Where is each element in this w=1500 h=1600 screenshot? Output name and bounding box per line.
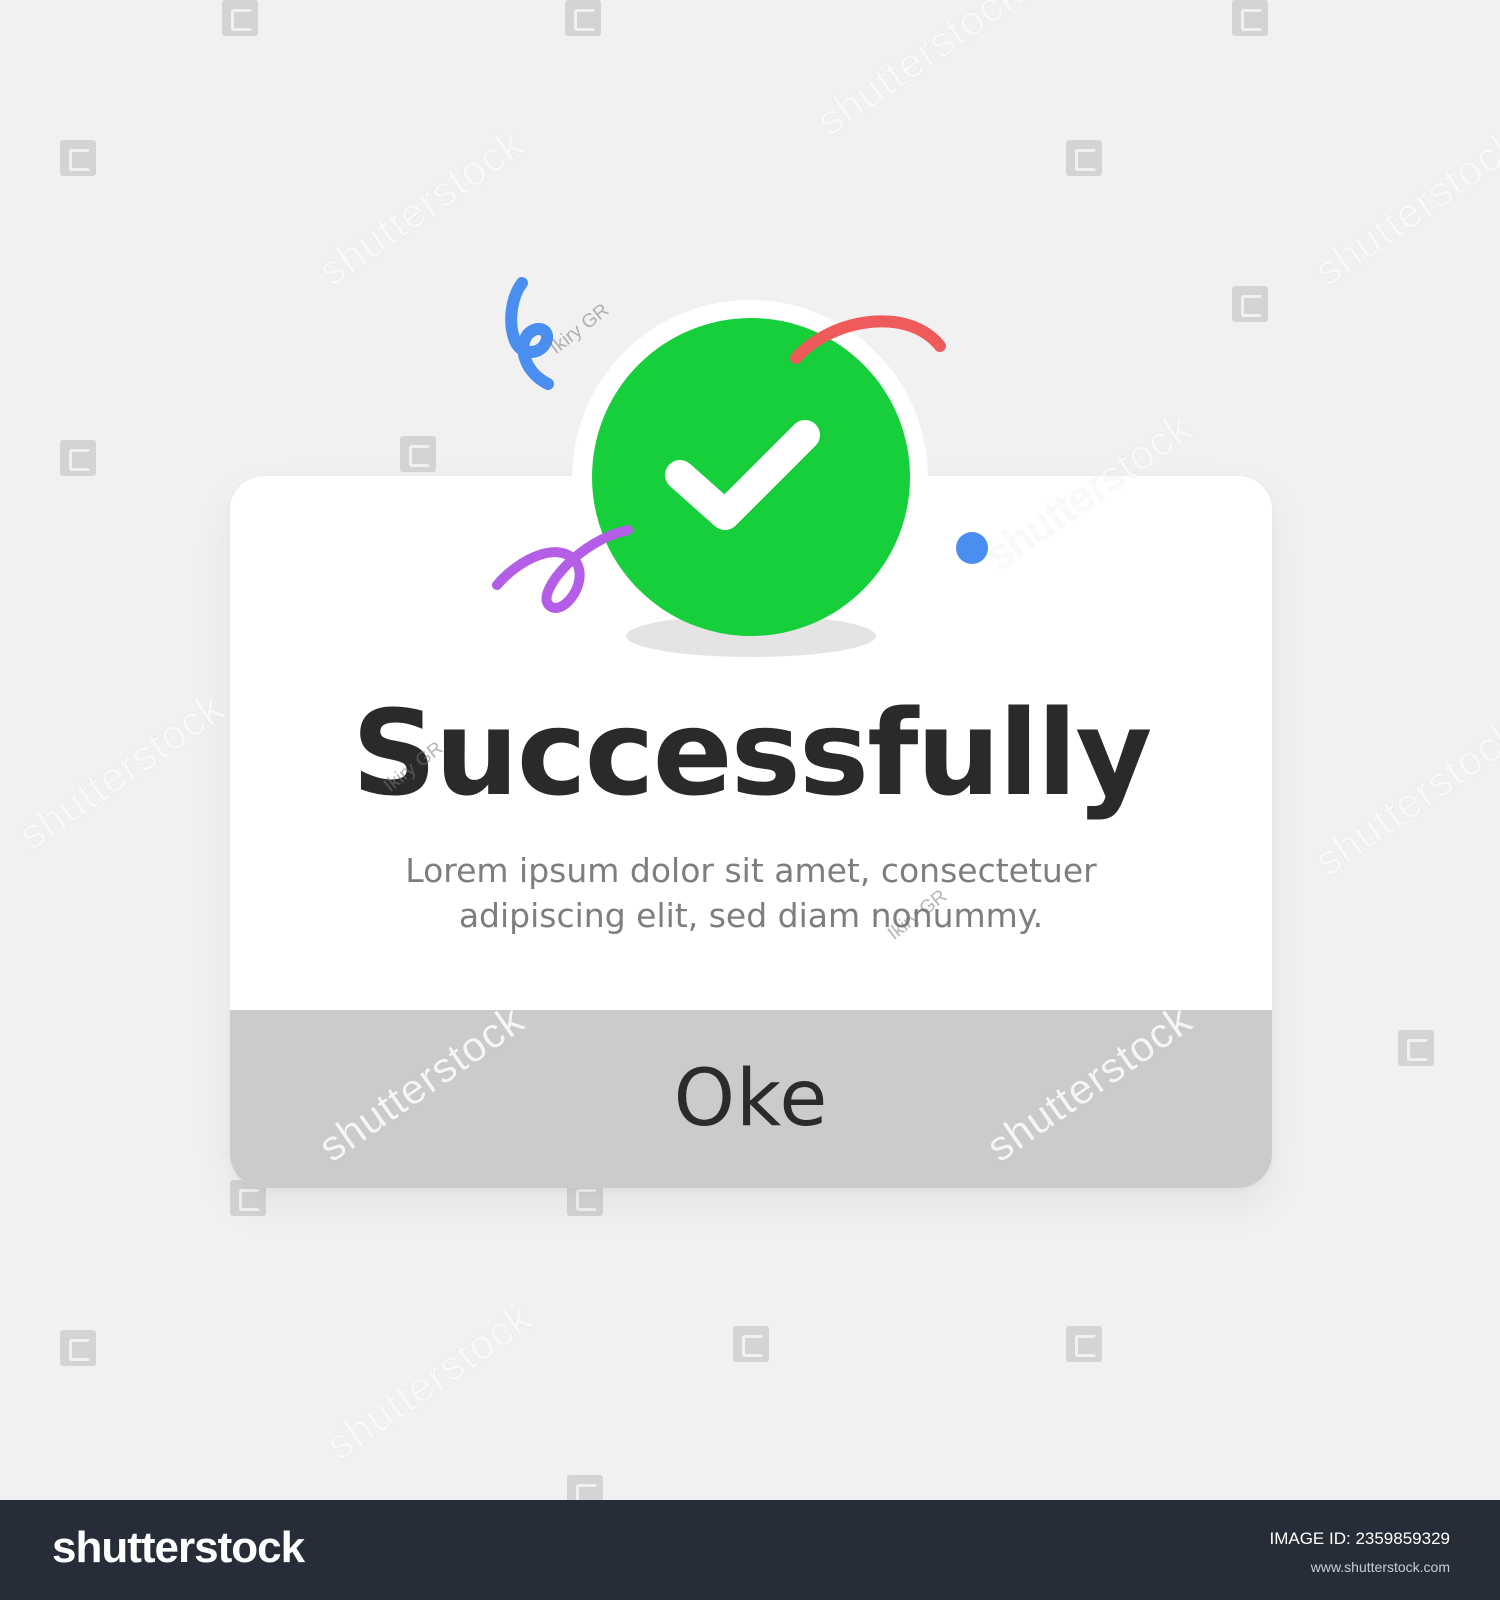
watermark-tile bbox=[1066, 140, 1102, 176]
dialog-message: Lorem ipsum dolor sit amet, consectetuer… bbox=[230, 848, 1272, 938]
oke-button-label: Oke bbox=[673, 1054, 829, 1144]
shutterstock-logo: shutterstock bbox=[52, 1523, 305, 1572]
image-id: IMAGE ID: 2359859329 bbox=[1269, 1529, 1450, 1548]
watermark-tile bbox=[565, 0, 601, 36]
blue-squiggle bbox=[505, 277, 554, 390]
watermark-text: shutterstock bbox=[10, 683, 233, 859]
watermark-text: shutterstock bbox=[808, 0, 1031, 145]
stock-footer-bar: shutterstock IMAGE ID: 2359859329 www.sh… bbox=[0, 1500, 1500, 1600]
watermark-text: shutterstock bbox=[318, 1293, 541, 1469]
dialog-message-line-1: Lorem ipsum dolor sit amet, consectetuer bbox=[405, 851, 1097, 890]
dialog-message-line-2: adipiscing elit, sed diam nonummy. bbox=[458, 896, 1044, 935]
watermark-tile bbox=[60, 140, 96, 176]
blue-confetti-dot bbox=[956, 532, 988, 564]
watermark-tile bbox=[400, 436, 436, 472]
stock-url: www.shutterstock.com bbox=[1310, 1559, 1450, 1575]
watermark-tile bbox=[1398, 1030, 1434, 1066]
canvas: Successfully Lorem ipsum dolor sit amet,… bbox=[0, 0, 1500, 1511]
watermark-tile bbox=[60, 440, 96, 476]
watermark-tile bbox=[1066, 1326, 1102, 1362]
watermark-tile bbox=[733, 1326, 769, 1362]
watermark-tile bbox=[1232, 0, 1268, 36]
watermark-tile bbox=[60, 1330, 96, 1366]
check-icon bbox=[665, 420, 820, 530]
watermark-text: shutterstock bbox=[1306, 119, 1500, 295]
watermark-tile bbox=[1232, 286, 1268, 322]
watermark-text: shutterstock bbox=[1306, 709, 1500, 885]
watermark-tile bbox=[222, 0, 258, 36]
dialog-title: Successfully bbox=[351, 684, 1153, 822]
watermark-text: shutterstock bbox=[310, 119, 533, 295]
oke-button[interactable]: Oke bbox=[230, 1010, 1272, 1188]
